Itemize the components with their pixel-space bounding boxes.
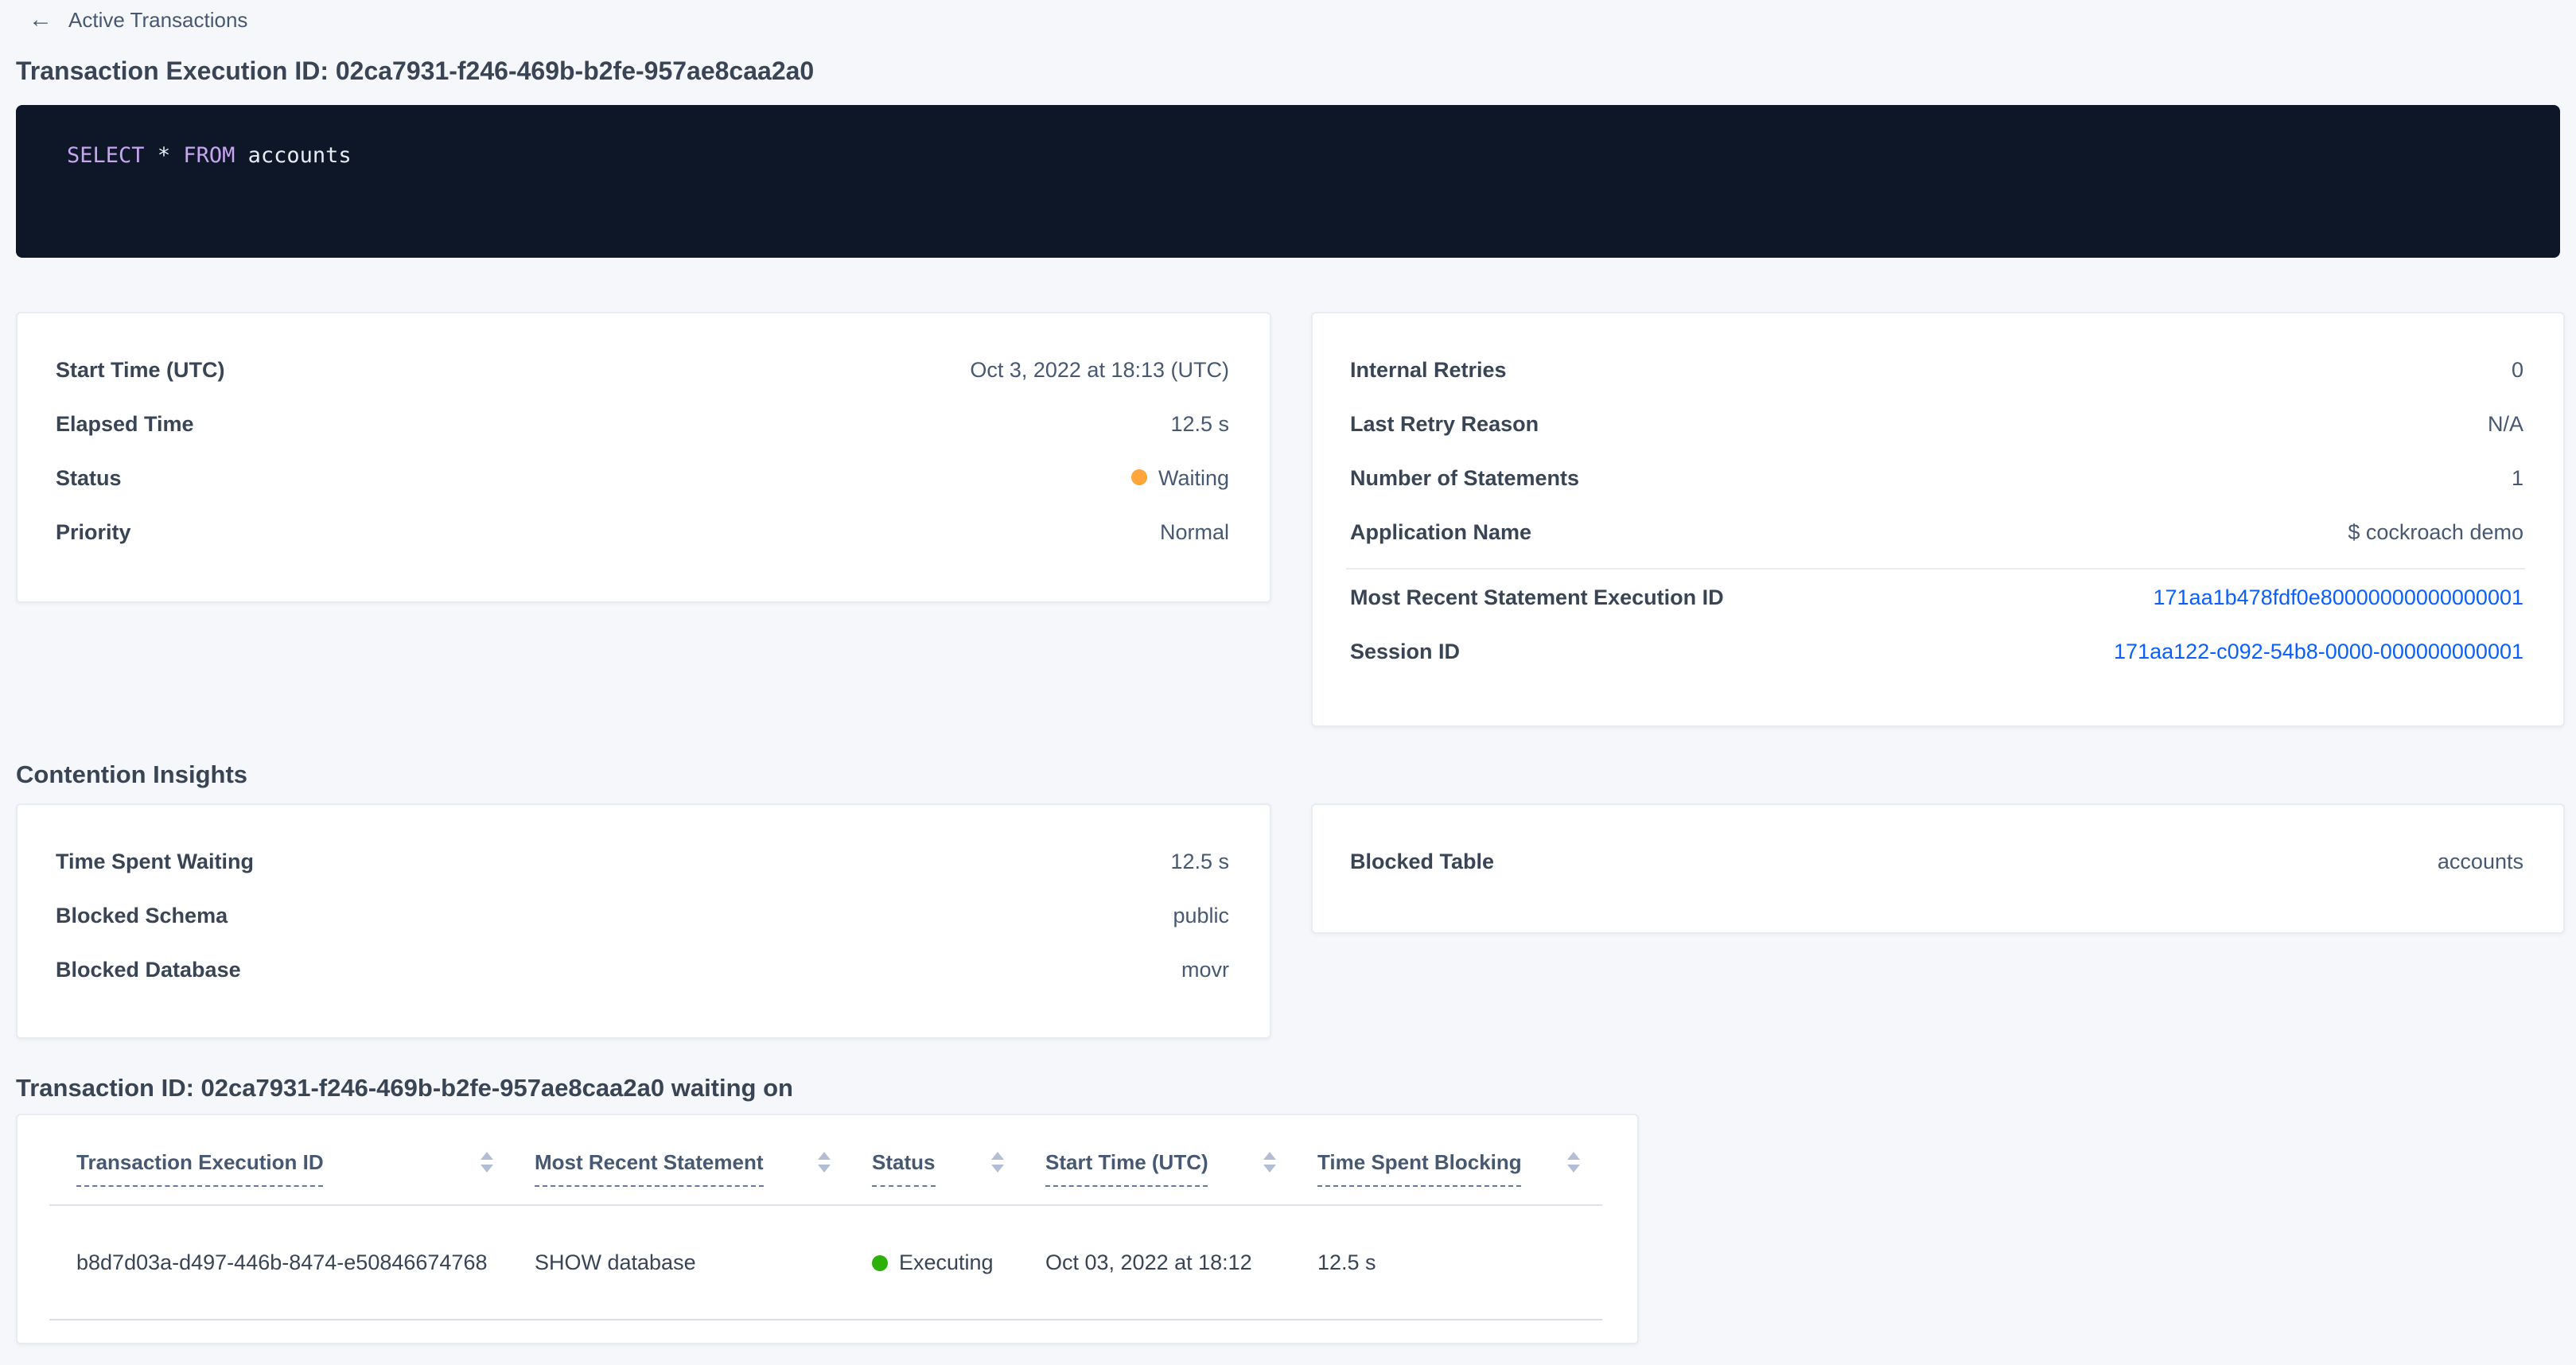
waiting-on-heading: Transaction ID: 02ca7931-f246-469b-b2fe-… [16,1074,2560,1104]
session-id-link[interactable]: 171aa122-c092-54b8-0000-000000000001 [2114,639,2523,663]
last-retry-reason-value: N/A [2488,411,2523,435]
column-header-time-spent-blocking[interactable]: Time Spent Blocking [1317,1150,1621,1187]
cell-status: Executing [872,1250,1045,1274]
status-label: Status [56,465,122,489]
status-text: Waiting [1158,465,1229,489]
breadcrumb-label: Active Transactions [68,8,247,32]
start-time-row: Start Time (UTC) Oct 3, 2022 at 18:13 (U… [18,342,1269,396]
blocked-database-value: movr [1181,957,1229,981]
blocked-table-card: Blocked Table accounts [1310,803,2565,934]
table-row: b8d7d03a-d497-446b-8474-e50846674768 SHO… [18,1206,1637,1319]
blocked-table-row: Blocked Table accounts [1312,834,2563,888]
blocked-database-row: Blocked Database movr [18,942,1269,996]
sort-icon[interactable] [1567,1152,1580,1172]
internal-retries-value: 0 [2512,357,2523,381]
column-header-status[interactable]: Status [872,1150,1045,1187]
execution-summary-card: Start Time (UTC) Oct 3, 2022 at 18:13 (U… [16,312,1270,603]
time-spent-waiting-label: Time Spent Waiting [56,849,254,873]
number-of-statements-row: Number of Statements 1 [1312,450,2563,504]
elapsed-time-value: 12.5 s [1170,411,1229,435]
contention-details-card: Time Spent Waiting 12.5 s Blocked Schema… [16,803,1270,1039]
contention-insights-heading: Contention Insights [16,760,2560,791]
waiting-on-table-header: Transaction Execution ID Most Recent Sta… [18,1115,1637,1187]
sql-star: * [158,143,170,169]
blocked-database-label: Blocked Database [56,957,241,981]
application-name-value: $ cockroach demo [2348,519,2523,543]
session-id-row: Session ID 171aa122-c092-54b8-0000-00000… [1312,624,2563,678]
cell-start-time: Oct 03, 2022 at 18:12 [1045,1250,1317,1274]
back-arrow-icon: ← [29,10,53,30]
session-id-label: Session ID [1350,639,1460,663]
sort-icon[interactable] [818,1152,831,1172]
priority-value: Normal [1160,519,1229,543]
execution-details-row: Start Time (UTC) Oct 3, 2022 at 18:13 (U… [16,312,2565,727]
priority-row: Priority Normal [18,504,1269,558]
start-time-value: Oct 3, 2022 at 18:13 (UTC) [970,357,1229,381]
blocked-table-value: accounts [2438,849,2523,873]
blocked-schema-row: Blocked Schema public [18,888,1269,942]
cell-time-spent-blocking: 12.5 s [1317,1250,1621,1274]
time-spent-waiting-value: 12.5 s [1170,849,1229,873]
internal-retries-row: Internal Retries 0 [1312,342,2563,396]
sort-icon[interactable] [1263,1152,1276,1172]
last-retry-reason-label: Last Retry Reason [1350,411,1539,435]
sql-keyword-select: SELECT [67,143,145,169]
internal-retries-label: Internal Retries [1350,357,1507,381]
priority-label: Priority [56,519,131,543]
statement-execution-id-link[interactable]: 171aa1b478fdf0e80000000000000001 [2154,585,2524,609]
waiting-status-dot-icon [1131,469,1147,485]
sort-icon[interactable] [481,1152,493,1172]
blocked-schema-value: public [1173,903,1229,927]
page: ← Active Transactions Transaction Execut… [0,0,2576,1365]
waiting-on-table-card: Transaction Execution ID Most Recent Sta… [16,1114,1639,1344]
application-name-row: Application Name $ cockroach demo [1312,504,2563,558]
statement-execution-id-label: Most Recent Statement Execution ID [1350,585,1724,609]
cell-most-recent-statement: SHOW database [535,1250,872,1274]
executing-status-dot-icon [872,1254,888,1270]
time-spent-waiting-row: Time Spent Waiting 12.5 s [18,834,1269,888]
column-header-start-time[interactable]: Start Time (UTC) [1045,1150,1317,1187]
start-time-label: Start Time (UTC) [56,357,225,381]
blocked-schema-label: Blocked Schema [56,903,228,927]
breadcrumb-back-link[interactable]: ← Active Transactions [0,0,247,32]
elapsed-time-row: Elapsed Time 12.5 s [18,396,1269,450]
last-retry-reason-row: Last Retry Reason N/A [1312,396,2563,450]
blocked-table-label: Blocked Table [1350,849,1494,873]
sql-statement-box: SELECT * FROM accounts [16,105,2560,258]
number-of-statements-label: Number of Statements [1350,465,1579,489]
column-header-transaction-execution-id[interactable]: Transaction Execution ID [76,1150,535,1187]
table-row-divider [49,1319,1602,1320]
elapsed-time-label: Elapsed Time [56,411,194,435]
sql-table-name: accounts [248,143,352,169]
cell-status-text: Executing [899,1250,994,1274]
column-header-most-recent-statement[interactable]: Most Recent Statement [535,1150,872,1187]
sql-keyword-from: FROM [183,143,235,169]
status-value: Waiting [1131,465,1229,489]
cell-transaction-execution-id: b8d7d03a-d497-446b-8474-e50846674768 [76,1250,535,1274]
execution-metadata-card: Internal Retries 0 Last Retry Reason N/A… [1310,312,2565,727]
statement-execution-id-row: Most Recent Statement Execution ID 171aa… [1312,570,2563,624]
application-name-label: Application Name [1350,519,1531,543]
page-title: Transaction Execution ID: 02ca7931-f246-… [16,56,2560,89]
contention-row: Time Spent Waiting 12.5 s Blocked Schema… [16,803,2565,1039]
status-row: Status Waiting [18,450,1269,504]
sort-icon[interactable] [991,1152,1004,1172]
number-of-statements-value: 1 [2512,465,2523,489]
